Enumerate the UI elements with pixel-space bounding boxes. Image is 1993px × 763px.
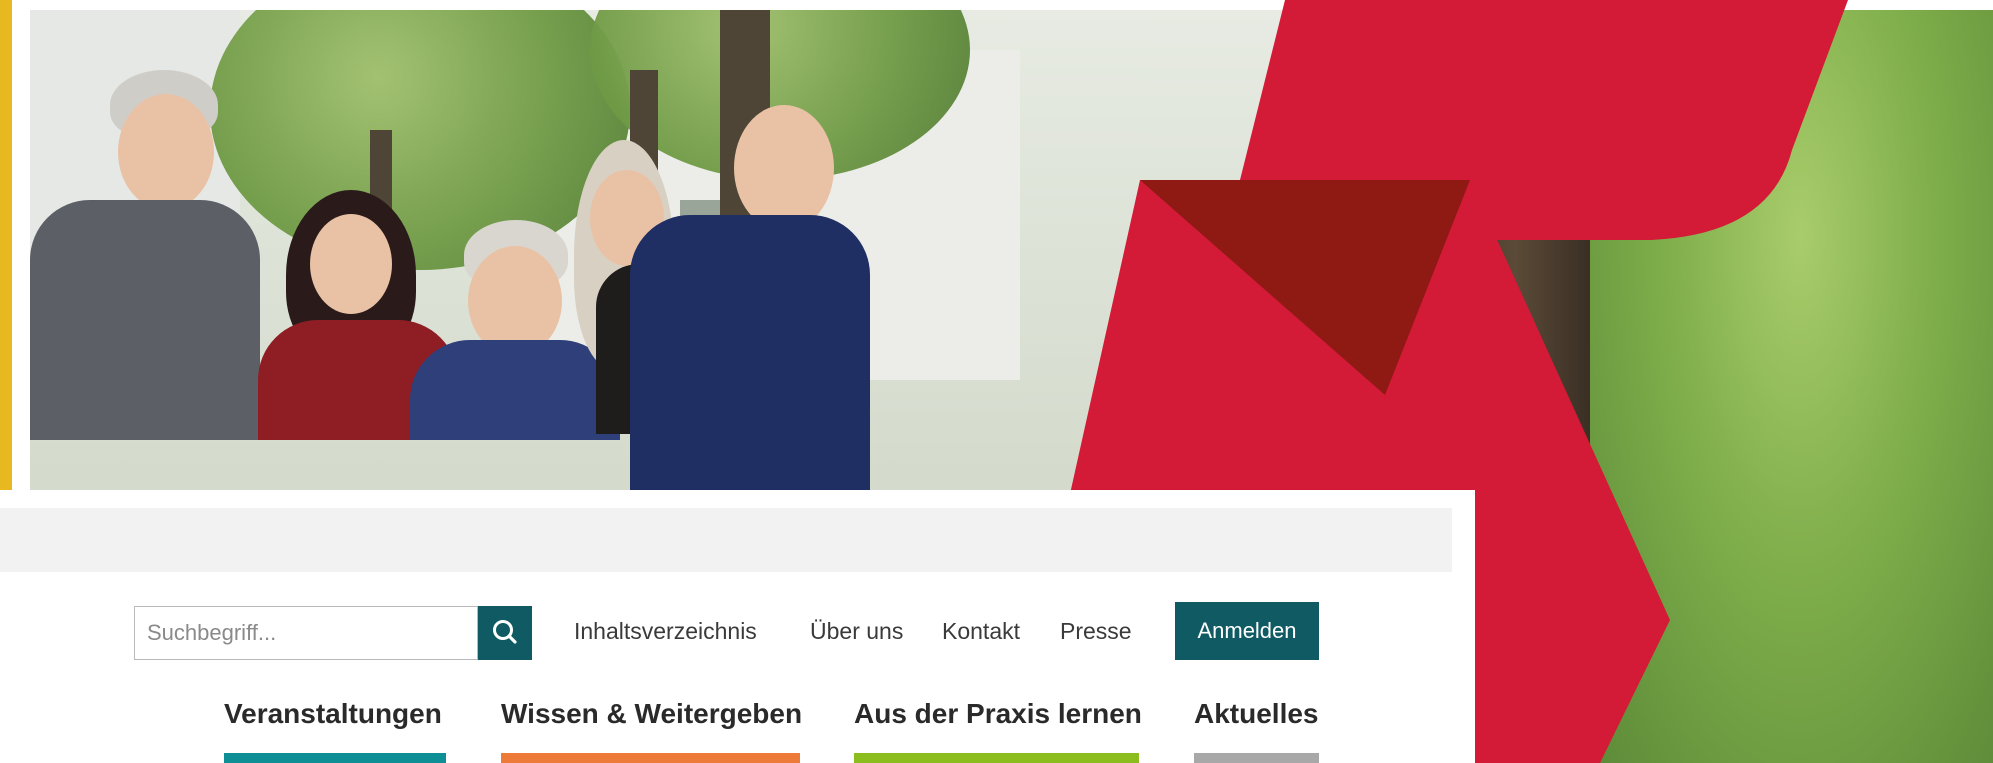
person-head	[734, 105, 834, 231]
nav-underline-aktuelles	[1194, 753, 1319, 763]
search-input[interactable]	[134, 606, 478, 660]
search-icon	[493, 620, 517, 644]
login-button[interactable]: Anmelden	[1175, 602, 1319, 660]
nav-aktuelles[interactable]: Aktuelles	[1194, 698, 1319, 730]
link-ueber-uns[interactable]: Über uns	[810, 618, 903, 645]
nav-underline-veranstaltungen	[224, 753, 446, 763]
nav-veranstaltungen[interactable]: Veranstaltungen	[224, 698, 442, 730]
person-head	[310, 214, 392, 314]
link-presse[interactable]: Presse	[1060, 618, 1132, 645]
accent-stripe	[0, 0, 12, 490]
nav-underline-praxis	[854, 753, 1139, 763]
page: Inhaltsverzeichnis Über uns Kontakt Pres…	[0, 0, 1993, 763]
person-body	[630, 215, 870, 515]
search-button[interactable]	[478, 606, 532, 660]
nav-aus-der-praxis-lernen[interactable]: Aus der Praxis lernen	[854, 698, 1142, 730]
header-topbar	[0, 508, 1452, 572]
nav-underline-wissen	[501, 753, 800, 763]
link-inhaltsverzeichnis[interactable]: Inhaltsverzeichnis	[574, 618, 757, 645]
nav-wissen-weitergeben[interactable]: Wissen & Weitergeben	[501, 698, 802, 730]
site-header: Inhaltsverzeichnis Über uns Kontakt Pres…	[0, 490, 1475, 763]
person-head	[118, 94, 214, 210]
person-body	[30, 200, 260, 440]
link-kontakt[interactable]: Kontakt	[942, 618, 1020, 645]
foliage-right	[1590, 10, 1993, 763]
person-body	[410, 340, 620, 440]
